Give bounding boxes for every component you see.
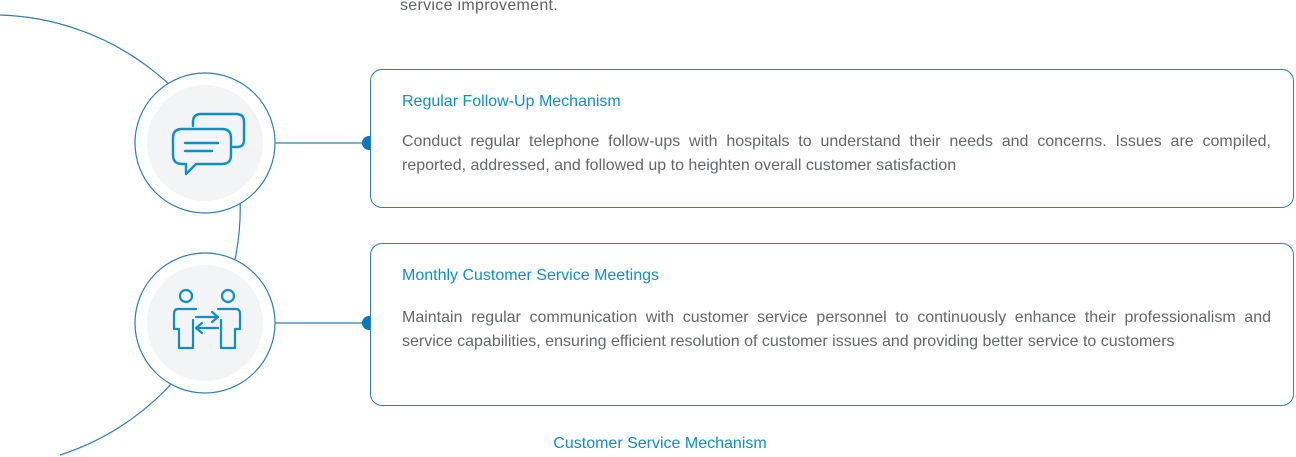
intro-text-tail: service improvement. xyxy=(400,0,559,14)
mechanism-description: Conduct regular telephone follow-ups wit… xyxy=(402,133,1271,174)
mechanism-title: Monthly Customer Service Meetings xyxy=(402,267,659,284)
mechanism-description: Maintain regular communication with cust… xyxy=(402,309,1271,350)
figure-caption: Customer Service Mechanism xyxy=(553,435,767,452)
node-inner-circle-2 xyxy=(147,265,263,381)
mechanism-card-follow-up: Regular Follow-Up Mechanism Conduct regu… xyxy=(370,69,1294,208)
mechanism-title: Regular Follow-Up Mechanism xyxy=(402,93,621,110)
mechanism-card-monthly-meetings: Monthly Customer Service Meetings Mainta… xyxy=(370,243,1294,406)
customer-service-mechanism-diagram: service improvement. Regular Follow-Up M… xyxy=(0,0,1296,457)
